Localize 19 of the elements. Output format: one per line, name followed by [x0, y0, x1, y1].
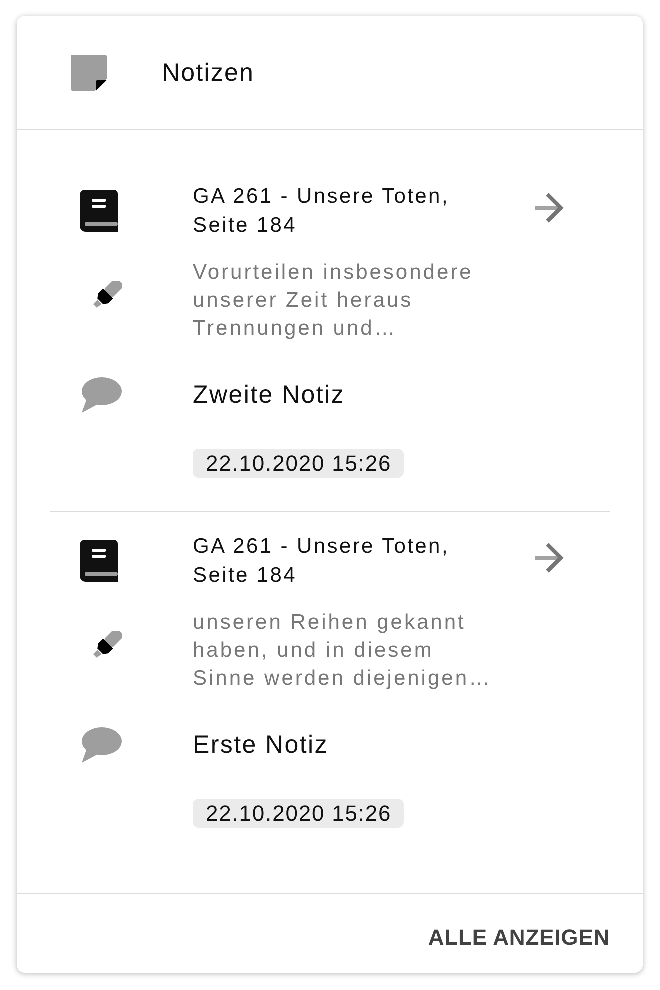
source-title: GA 261 - Unsere Toten, Seite 184 [193, 534, 450, 589]
timestamp: 22.10.2020 15:26 [193, 449, 404, 478]
arrow-right-icon [534, 543, 566, 573]
note-comment: Erste Notiz [193, 730, 328, 761]
open-button[interactable] [534, 193, 566, 223]
speech-bubble-icon [80, 727, 122, 763]
show-all-button[interactable]: ALLE ANZEIGEN [428, 923, 610, 953]
open-button[interactable] [534, 543, 566, 573]
arrow-right-icon [534, 193, 566, 223]
highlight-excerpt: Vorurteilen insbesondere unserer Zeit heraus Trennungen und… [193, 260, 474, 342]
source-title: GA 261 - Unsere Toten, Seite 184 [193, 184, 450, 239]
card-title: Notizen [162, 58, 254, 88]
book-icon [80, 190, 118, 232]
timestamp: 22.10.2020 15:26 [193, 799, 404, 828]
highlight-excerpt: unseren Reihen gekannt haben, und in diesem Sinne werden diejenigen… [193, 610, 494, 692]
book-icon [80, 540, 118, 582]
note-comment: Zweite Notiz [193, 380, 345, 411]
sticky-note-icon [71, 54, 107, 90]
speech-bubble-icon [80, 377, 122, 413]
